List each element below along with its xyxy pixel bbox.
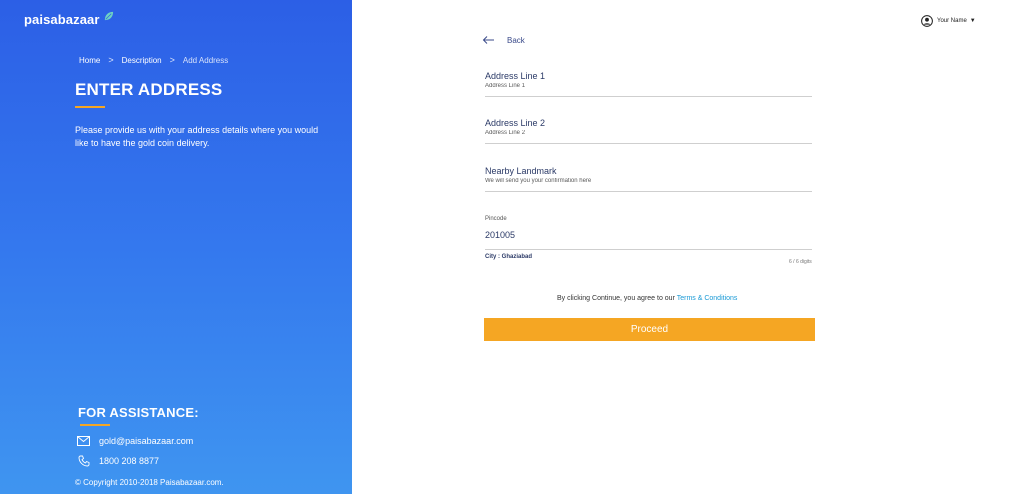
pincode-label: Pincode: [485, 216, 507, 222]
pincode-digit-counter: 6 / 6 digits: [789, 259, 812, 265]
nearby-landmark-field: Nearby Landmark: [485, 166, 812, 192]
contact-phone-row: 1800 208 8877: [77, 455, 159, 466]
terms-notice: By clicking Continue, you agree to our T…: [557, 295, 737, 302]
user-menu[interactable]: Your Name ▼: [921, 15, 976, 27]
contact-email[interactable]: gold@paisabazaar.com: [99, 436, 193, 446]
intro-text: Please provide us with your address deta…: [75, 125, 319, 148]
contact-email-row: gold@paisabazaar.com: [77, 435, 193, 446]
contact-phone[interactable]: 1800 208 8877: [99, 456, 159, 466]
pincode-field: Pincode: [485, 216, 812, 250]
nearby-landmark-label: Nearby Landmark: [485, 166, 557, 176]
address-line-2-label: Address Line 2: [485, 118, 546, 128]
breadcrumb-separator: >: [169, 55, 175, 65]
address-line-1-label: Address Line 1: [485, 71, 546, 81]
user-avatar-icon: [921, 15, 933, 27]
terms-prefix: By clicking Continue, you agree to our: [557, 295, 677, 302]
user-name: Your Name: [937, 18, 967, 24]
address-line-1-input[interactable]: [485, 81, 812, 92]
breadcrumb-separator: >: [108, 55, 114, 65]
address-line-1-field: Address Line 1: [485, 71, 812, 97]
breadcrumb-description[interactable]: Description: [122, 56, 162, 65]
logo-text: paisabazaar: [24, 12, 100, 27]
breadcrumb-add-address: Add Address: [182, 55, 229, 65]
back-button[interactable]: Back: [482, 35, 525, 45]
left-panel: paisabazaar Home > Description > Add Add…: [0, 0, 352, 494]
terms-link[interactable]: Terms & Conditions: [677, 295, 738, 302]
breadcrumb: Home > Description > Add Address: [79, 55, 228, 65]
chevron-down-icon: ▼: [969, 18, 976, 24]
city-text: City : Ghaziabad: [485, 254, 533, 260]
page-title: ENTER ADDRESS: [75, 80, 223, 99]
arrow-left-icon: [482, 36, 494, 44]
breadcrumb-home[interactable]: Home: [79, 56, 100, 65]
pincode-input[interactable]: [485, 230, 812, 240]
title-underline: [75, 106, 105, 108]
phone-icon: [77, 455, 90, 466]
nearby-landmark-input[interactable]: [485, 176, 812, 187]
address-line-2-input[interactable]: [485, 128, 812, 139]
brand-logo[interactable]: paisabazaar: [24, 11, 114, 27]
envelope-icon: [77, 435, 90, 446]
proceed-button[interactable]: Proceed: [484, 318, 815, 341]
back-label: Back: [507, 35, 525, 45]
address-line-2-field: Address Line 2: [485, 118, 812, 144]
logo-leaf-icon: [104, 11, 113, 21]
copyright: © Copyright 2010-2018 Paisabazaar.com.: [75, 478, 224, 487]
assistance-underline: [80, 424, 110, 426]
assistance-title: FOR ASSISTANCE:: [78, 405, 199, 420]
